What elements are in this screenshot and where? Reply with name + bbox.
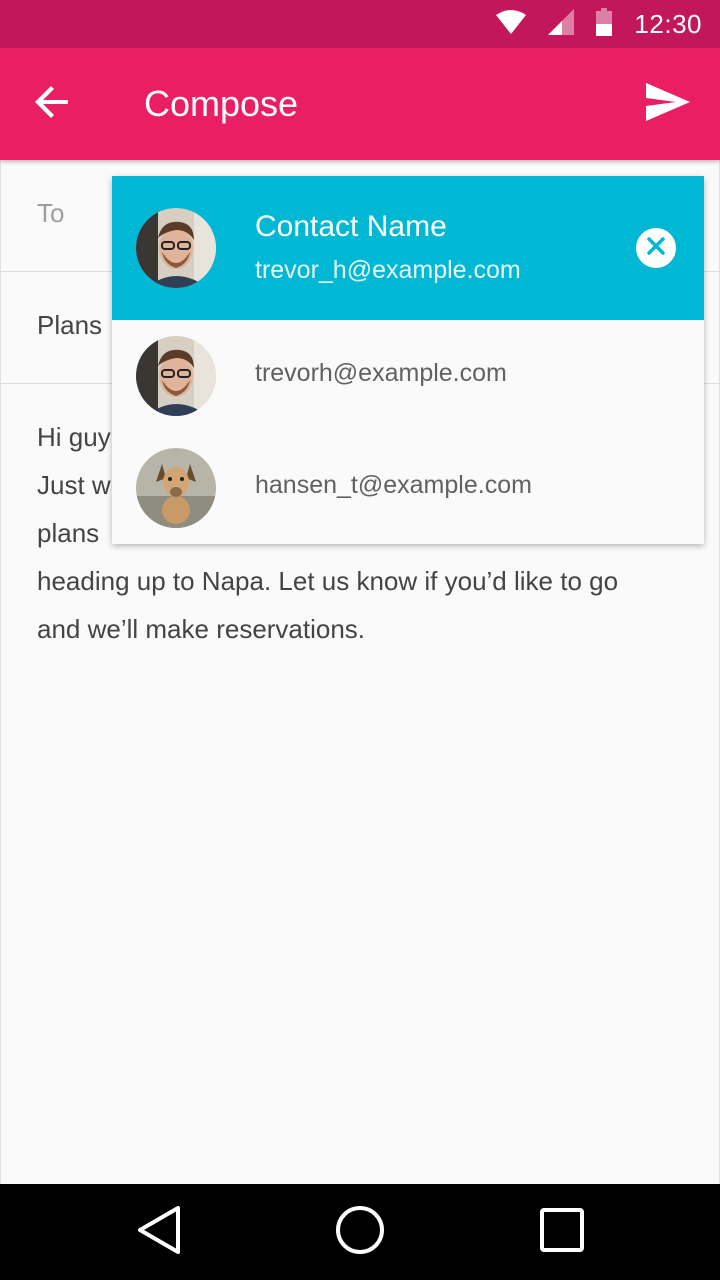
avatar [136,336,216,416]
list-item[interactable]: trevorh@example.com [112,320,704,432]
app-bar: Compose [0,48,720,160]
body-line: heading up to Napa. Let us know if you’d… [37,566,619,596]
avatar [136,208,216,288]
nav-home-button[interactable] [328,1200,392,1264]
status-icons: 12:30 [496,0,702,48]
list-item[interactable]: hansen_t@example.com [112,432,704,544]
close-circle-icon [646,236,666,261]
nav-recents-button[interactable] [530,1200,594,1264]
battery-icon [596,7,613,41]
contact-name: Contact Name [255,210,447,243]
nav-back-button[interactable] [127,1200,191,1264]
to-label: To [37,198,65,228]
status-bar: 12:30 [0,0,720,48]
page-title: Compose [144,83,299,124]
selected-contact[interactable]: Contact Name trevor_h@example.com [112,176,704,320]
body-line: and we’ll make reservations. [37,614,366,644]
nav-recents-icon [539,1207,585,1258]
system-nav-bar [0,1184,720,1280]
nav-home-icon [335,1205,385,1260]
send-icon [646,82,690,126]
clear-contact-button[interactable] [636,228,676,268]
suggestion-email: hansen_t@example.com [255,471,532,499]
cell-signal-icon [548,8,575,40]
back-button[interactable] [24,76,80,132]
subject-text: Plans [37,310,103,340]
send-button[interactable] [640,76,696,132]
arrow-back-icon [34,84,70,125]
nav-back-icon [136,1205,182,1260]
status-time: 12:30 [634,8,702,39]
avatar [136,448,216,528]
contact-email: trevor_h@example.com [255,256,521,284]
contact-suggestions: Contact Name trevor_h@example.com trevor… [112,176,704,544]
wifi-icon [496,9,527,39]
suggestion-email: trevorh@example.com [255,359,507,387]
